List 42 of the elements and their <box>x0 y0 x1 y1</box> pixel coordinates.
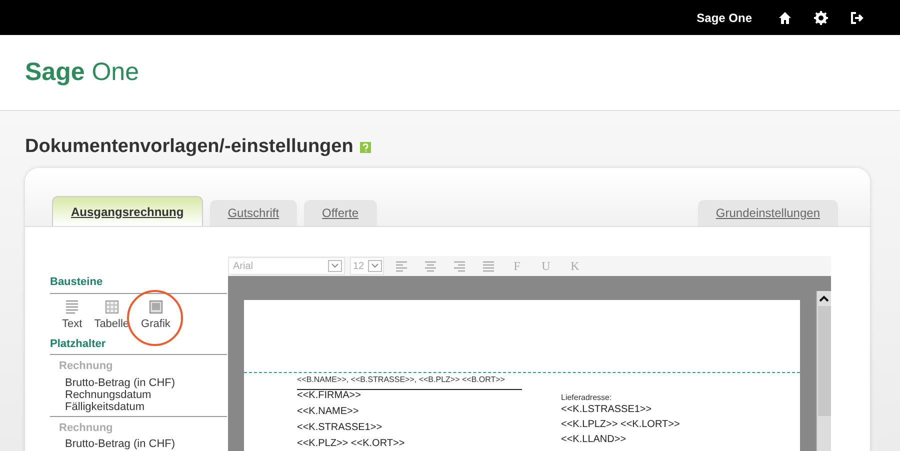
scroll-up-icon[interactable] <box>819 295 829 302</box>
placeholder-field[interactable]: <<K.LSTRASSE1>> <box>561 404 680 416</box>
group-heading: Rechnung <box>59 359 114 374</box>
text-block-icon <box>65 300 80 314</box>
section-heading: Platzhalter <box>50 336 227 355</box>
align-center-icon[interactable] <box>424 260 436 272</box>
page-title: Dokumentenvorlagen/-einstellungen <box>25 135 354 159</box>
image-icon <box>148 300 163 314</box>
placeholder-field[interactable]: <<K.NAME>> <box>297 406 405 418</box>
scrollbar-thumb[interactable] <box>818 306 830 416</box>
placeholder-field[interactable]: <<K.FIRMA>> <box>297 390 405 402</box>
home-icon[interactable] <box>778 10 792 24</box>
dropdown-icon[interactable] <box>368 260 382 272</box>
logout-icon[interactable] <box>850 10 864 24</box>
group-heading: Rechnung <box>59 420 114 436</box>
align-right-icon[interactable] <box>454 260 464 272</box>
delivery-label: Lieferadresse: <box>561 392 612 404</box>
tab[interactable]: Offerte <box>304 200 377 226</box>
justify-icon[interactable] <box>482 260 494 272</box>
placeholder-item[interactable]: Rechnungsdatum <box>59 388 227 400</box>
scrollbar[interactable] <box>816 291 831 451</box>
placeholder-field[interactable]: <<K.LPLZ>> <<K.LORT>> <box>561 419 680 431</box>
placeholder-field[interactable]: <<K.LLAND>> <box>561 434 680 446</box>
help-icon[interactable] <box>360 142 372 153</box>
logo: Sage One <box>25 56 139 88</box>
brand-name: Sage One <box>696 10 752 26</box>
placeholder-item[interactable]: Brutto-Betrag (in CHF) <box>59 438 227 450</box>
tool-button[interactable]: Grafik <box>139 300 172 332</box>
tab[interactable]: Gutschrift <box>210 200 298 226</box>
settings-icon[interactable] <box>814 10 828 24</box>
placeholder-field[interactable]: <<K.STRASSE1>> <box>297 422 405 434</box>
align-left-icon[interactable] <box>396 260 406 272</box>
tab[interactable]: Grundeinstellungen <box>698 200 838 226</box>
tab[interactable]: Ausgangsrechnung <box>52 196 203 226</box>
table-icon <box>104 300 119 314</box>
placeholder-item[interactable]: Fälligkeitsdatum <box>59 400 227 412</box>
placeholder-item[interactable]: Brutto-Betrag (in CHF) <box>59 376 227 388</box>
dropdown-icon[interactable] <box>328 260 342 272</box>
sender-line: <<B.NAME>>, <<B.STRASSE>>, <<B.PLZ>> <<B.ORT>> <box>297 374 522 390</box>
section-heading: Bausteine <box>50 274 227 294</box>
placeholder-field[interactable]: <<K.PLZ>> <<K.ORT>> <box>297 438 405 450</box>
tool-button[interactable]: Text <box>60 300 84 332</box>
